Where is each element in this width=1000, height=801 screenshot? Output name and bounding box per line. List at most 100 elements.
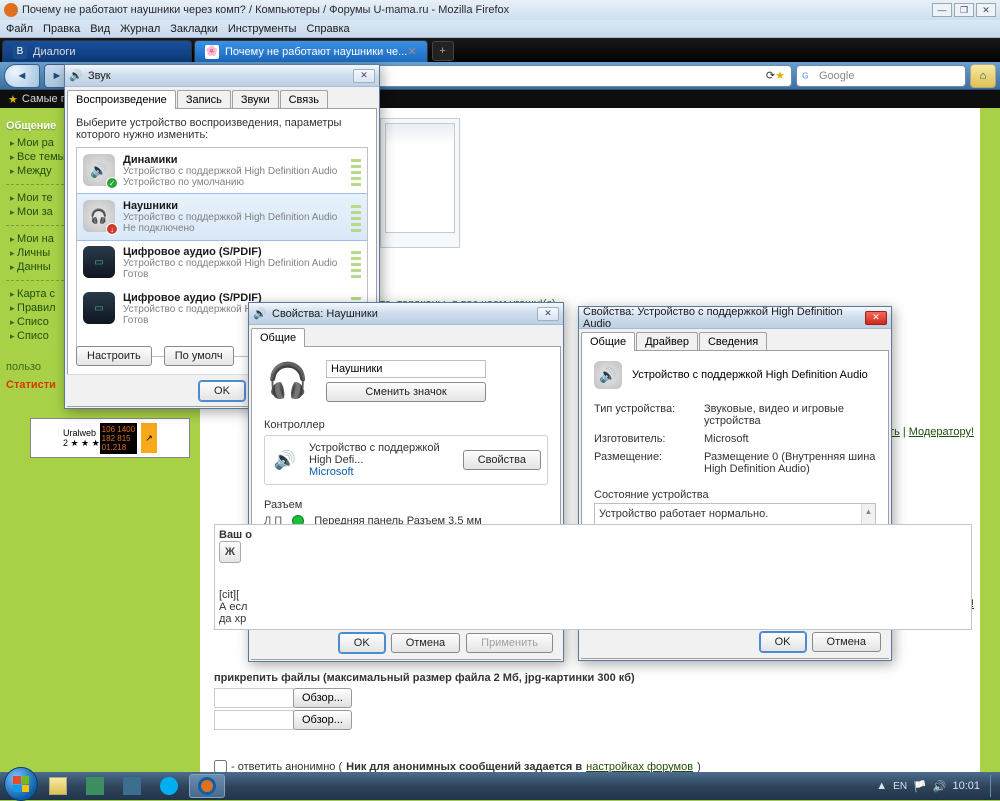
device-row-speakers[interactable]: ✓ Динамики Устройство с поддержкой High … xyxy=(77,148,367,194)
configure-button[interactable]: Настроить xyxy=(76,346,152,366)
sound-dialog-close-button[interactable]: ✕ xyxy=(353,69,375,83)
search-placeholder: Google xyxy=(819,70,854,82)
menu-file[interactable]: Файл xyxy=(6,23,33,35)
device-name: Цифровое аудио (S/PDIF) xyxy=(123,246,351,258)
sound-hint-text: Выберите устройство воспроизведения, пар… xyxy=(76,117,368,141)
tab-umama[interactable]: 🌸 Почему не работают наушники че... ✕ xyxy=(194,40,428,62)
reply-label: Ваш о xyxy=(219,529,252,541)
device-status-label: Состояние устройства xyxy=(594,489,876,501)
device-name-input[interactable] xyxy=(326,360,486,378)
dev-tab-driver[interactable]: Драйвер xyxy=(636,332,698,351)
window-close-button[interactable]: ✕ xyxy=(976,3,996,17)
hp-cancel-button[interactable]: Отмена xyxy=(391,633,460,653)
taskbar-skype[interactable] xyxy=(152,774,186,798)
dev-dialog-titlebar[interactable]: Свойства: Устройство с поддержкой High D… xyxy=(579,307,891,329)
bookmark-star-icon[interactable]: ★ xyxy=(775,69,785,82)
sound-ok-button[interactable]: OK xyxy=(199,381,245,401)
taskbar-firefox[interactable] xyxy=(189,774,225,798)
reply-form: Ваш о Ж [cit][ А есл да хр xyxy=(214,524,972,630)
sound-dialog-title: Звук xyxy=(88,70,111,82)
explorer-icon xyxy=(49,777,67,795)
digital-device-icon xyxy=(83,246,115,278)
device-subtitle: Устройство с поддержкой High Definition … xyxy=(123,212,351,223)
bookmark-icon: ★ xyxy=(8,93,18,106)
tray-flag-icon[interactable]: 🏳️ xyxy=(913,780,927,793)
taskbar-app-1[interactable] xyxy=(78,774,112,798)
device-name: Динамики xyxy=(123,154,351,166)
tray-show-hidden-icon[interactable]: ▲ xyxy=(876,780,887,792)
show-desktop-button[interactable] xyxy=(990,775,996,797)
speaker-device-icon: ✓ xyxy=(83,154,115,186)
moderator-link[interactable]: Модератору! xyxy=(909,426,974,438)
new-tab-button[interactable]: + xyxy=(432,41,454,61)
tab-close-icon[interactable]: ✕ xyxy=(407,45,416,58)
hp-dialog-close-button[interactable]: ✕ xyxy=(537,307,559,321)
device-row-spdif[interactable]: Цифровое аудио (S/PDIF) Устройство с под… xyxy=(77,240,367,286)
vk-icon: В xyxy=(13,45,27,59)
window-minimize-button[interactable]: — xyxy=(932,3,952,17)
hp-ok-button[interactable]: OK xyxy=(339,633,385,653)
language-indicator[interactable]: EN xyxy=(893,781,907,792)
anon-suffix: ) xyxy=(697,761,701,773)
menu-view[interactable]: Вид xyxy=(90,23,110,35)
mfg-value: Microsoft xyxy=(704,433,876,445)
window-restore-button[interactable]: ❐ xyxy=(954,3,974,17)
tray-volume-icon[interactable]: 🔊 xyxy=(933,780,947,793)
hp-dialog-titlebar[interactable]: 🔊 Свойства: Наушники ✕ xyxy=(249,303,563,325)
dev-tab-general[interactable]: Общие xyxy=(581,332,635,351)
browse-button[interactable]: Обзор... xyxy=(293,688,352,708)
banner-name: Uralweb xyxy=(63,428,100,438)
dev-tab-details[interactable]: Сведения xyxy=(699,332,767,351)
tab-sounds[interactable]: Звуки xyxy=(232,90,279,109)
tab-label: Диалоги xyxy=(33,46,76,58)
attach-header: прикрепить файлы (максимальный размер фа… xyxy=(214,672,972,684)
nav-home-button[interactable]: ⌂ xyxy=(970,64,996,88)
sound-dialog-titlebar[interactable]: 🔊 Звук ✕ xyxy=(65,65,379,87)
menu-edit[interactable]: Правка xyxy=(43,23,80,35)
firefox-tabstrip: В Диалоги 🌸 Почему не работают наушники … xyxy=(0,38,1000,62)
forum-settings-link[interactable]: настройках форумов xyxy=(586,761,693,773)
nav-back-button[interactable]: ◄ xyxy=(4,64,40,88)
menu-bookmarks[interactable]: Закладки xyxy=(170,23,218,35)
banner-stat: 182 815 xyxy=(102,434,135,443)
dev-cancel-button[interactable]: Отмена xyxy=(812,632,881,652)
file-input[interactable] xyxy=(214,688,294,708)
taskbar-app-2[interactable] xyxy=(115,774,149,798)
search-bar[interactable]: G Google xyxy=(796,65,966,87)
menu-tools[interactable]: Инструменты xyxy=(228,23,297,35)
firefox-icon xyxy=(4,3,18,17)
device-row-headphones[interactable]: ↓ Наушники Устройство с поддержкой High … xyxy=(76,193,368,241)
menu-help[interactable]: Справка xyxy=(306,23,349,35)
tab-record[interactable]: Запись xyxy=(177,90,231,109)
controller-properties-button[interactable]: Свойства xyxy=(463,450,541,470)
dev-ok-button[interactable]: OK xyxy=(760,632,806,652)
file-input[interactable] xyxy=(214,710,294,730)
tab-playback[interactable]: Воспроизведение xyxy=(67,90,176,109)
attachment-thumbnail[interactable] xyxy=(380,118,460,248)
firefox-menubar[interactable]: Файл Правка Вид Журнал Закладки Инструме… xyxy=(0,20,1000,38)
device-status: Устройство по умолчанию xyxy=(123,177,351,188)
set-default-button[interactable]: По умолч xyxy=(164,346,234,366)
speaker-icon: 🔊 xyxy=(69,69,83,83)
device-status: Готов xyxy=(123,269,351,280)
change-icon-button[interactable]: Сменить значок xyxy=(326,382,486,402)
headphones-large-icon: 🎧 xyxy=(264,357,312,405)
speaker-icon: 🔊 xyxy=(253,307,267,321)
taskbar-explorer[interactable] xyxy=(41,774,75,798)
post-action-links: ть|Модератору! xyxy=(889,426,974,438)
bold-button[interactable]: Ж xyxy=(219,541,241,563)
menu-history[interactable]: Журнал xyxy=(120,23,160,35)
controller-vendor-link[interactable]: Microsoft xyxy=(309,466,453,478)
tab-dialogs[interactable]: В Диалоги xyxy=(2,40,192,62)
firefox-titlebar: Почему не работают наушники через комп? … xyxy=(0,0,1000,20)
browse-button[interactable]: Обзор... xyxy=(293,710,352,730)
svg-text:G: G xyxy=(802,71,808,80)
hp-apply-button[interactable]: Применить xyxy=(466,633,553,653)
hp-tab-general[interactable]: Общие xyxy=(251,328,305,347)
start-button[interactable] xyxy=(4,767,38,801)
reload-icon[interactable]: ⟳ xyxy=(766,69,775,82)
tray-clock[interactable]: 10:01 xyxy=(952,780,980,792)
tab-comm[interactable]: Связь xyxy=(280,90,328,109)
uralweb-banner[interactable]: Uralweb 2 ★ ★ ★ 106 1400 182 815 01.218 … xyxy=(30,418,190,458)
dev-dialog-close-button[interactable]: ✕ xyxy=(865,311,887,325)
